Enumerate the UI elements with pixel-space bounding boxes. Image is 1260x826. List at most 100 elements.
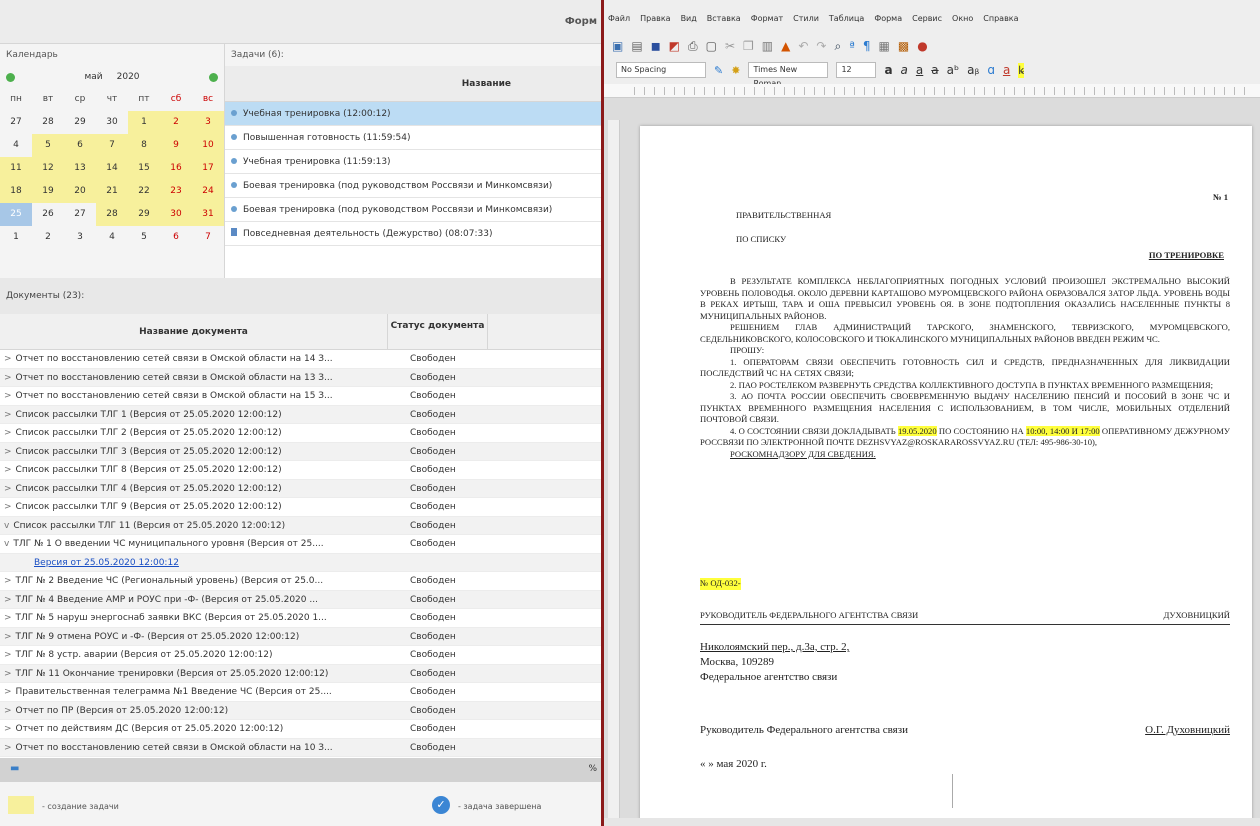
calendar-day[interactable]: 28 [96,203,128,226]
calendar-day[interactable]: 29 [64,111,96,134]
chevron-right-icon[interactable]: > [4,613,12,623]
save-icon[interactable]: ◼ [651,39,661,53]
document-row[interactable]: v ТЛГ № 1 О введении ЧС муниципального ур… [0,535,601,554]
document-row[interactable]: v Список рассылки ТЛГ 11 (Версия от 25.05… [0,516,601,535]
chevron-right-icon[interactable]: > [4,354,12,364]
calendar-day[interactable]: 30 [160,203,192,226]
calendar-day[interactable]: 3 [192,111,224,134]
menu-item[interactable]: Стили [793,14,819,23]
calendar-day[interactable]: 23 [160,180,192,203]
calendar-day[interactable]: 27 [0,111,32,134]
document-row[interactable]: > Список рассылки ТЛГ 9 (Версия от 25.05.… [0,498,601,517]
calendar-day[interactable]: 11 [0,157,32,180]
paragraph-style-combo[interactable]: No Spacing [616,62,706,78]
calendar-day[interactable]: 1 [0,226,32,249]
menu-item[interactable]: Правка [640,14,670,23]
open-icon[interactable]: ▤ [631,39,642,53]
document-row[interactable]: > Отчет по восстановлению сетей связи в О… [0,368,601,387]
calendar-day[interactable]: 9 [160,134,192,157]
calendar-day[interactable]: 6 [64,134,96,157]
calendar-day[interactable]: 5 [128,226,160,249]
new-doc-icon[interactable]: ▣ [612,39,623,53]
image-icon[interactable]: ▩ [898,39,909,53]
calendar-day[interactable]: 20 [64,180,96,203]
superscript-icon[interactable]: aᵇ [947,63,960,77]
document-row[interactable]: > Отчет по восстановлению сетей связи в О… [0,738,601,757]
menu-item[interactable]: Вид [681,14,697,23]
calendar-day[interactable]: 31 [192,203,224,226]
version-link[interactable]: Версия от 25.05.2020 12:00:12 [34,558,179,568]
document-row[interactable]: > ТЛГ № 2 Введение ЧС (Региональный урове… [0,572,601,591]
font-color-icon[interactable]: a [1003,63,1010,77]
task-item[interactable]: Повышенная готовность (11:59:54) [225,126,601,150]
chevron-right-icon[interactable]: > [4,595,12,605]
undo-icon[interactable]: ↶ [798,39,808,53]
menu-item[interactable]: Окно [952,14,973,23]
calendar-day[interactable]: 10 [192,134,224,157]
paste-icon[interactable]: ▥ [762,39,773,53]
calendar-day[interactable]: 16 [160,157,192,180]
calendar-day[interactable]: 22 [128,180,160,203]
collapse-arrow-icon[interactable]: ▬ [10,763,19,774]
document-row[interactable]: > ТЛГ № 11 Окончание тренировки (Версия о… [0,664,601,683]
clone-format-icon[interactable]: ▲ [781,39,790,53]
pdf-export-icon[interactable]: ◩ [669,39,680,53]
calendar-day[interactable]: 18 [0,180,32,203]
document-row[interactable]: > Список рассылки ТЛГ 4 (Версия от 25.05.… [0,479,601,498]
new-style-icon[interactable]: ✸ [731,64,740,77]
calendar-day[interactable]: 2 [160,111,192,134]
document-row[interactable]: Версия от 25.05.2020 12:00:12 [0,553,601,572]
document-row[interactable]: > ТЛГ № 9 отмена РОУС и -Ф- (Версия от 25… [0,627,601,646]
task-item[interactable]: Учебная тренировка (11:59:13) [225,150,601,174]
menu-item[interactable]: Таблица [829,14,864,23]
menu-item[interactable]: Справка [983,14,1018,23]
calendar-day[interactable]: 29 [128,203,160,226]
chevron-right-icon[interactable]: > [4,373,12,383]
update-style-icon[interactable]: ✎ [714,64,723,77]
spellcheck-icon[interactable]: ª [849,39,855,53]
print-preview-icon[interactable]: ▢ [706,39,717,53]
calendar-day[interactable]: 17 [192,157,224,180]
menu-item[interactable]: Сервис [912,14,942,23]
chevron-right-icon[interactable]: > [4,632,12,642]
calendar-day[interactable]: 4 [0,134,32,157]
chevron-right-icon[interactable]: > [4,669,12,679]
chevron-down-icon[interactable]: v [4,521,9,531]
document-row[interactable]: > Отчет по ПР (Версия от 25.05.2020 12:00… [0,701,601,720]
prev-month-icon[interactable] [6,72,15,82]
menu-item[interactable]: Вставка [707,14,741,23]
document-row[interactable]: > Список рассылки ТЛГ 8 (Версия от 25.05.… [0,461,601,480]
calendar-day[interactable]: 1 [128,111,160,134]
clear-format-icon[interactable]: ɑ [987,63,995,77]
italic-icon[interactable]: a [901,63,908,77]
strikethrough-icon[interactable]: a [931,63,938,77]
calendar-day[interactable]: 30 [96,111,128,134]
redo-icon[interactable]: ↷ [816,39,826,53]
calendar-day[interactable]: 5 [32,134,64,157]
chevron-right-icon[interactable]: > [4,428,12,438]
cut-icon[interactable]: ✂ [725,39,735,53]
calendar-day[interactable]: 4 [96,226,128,249]
calendar-day[interactable]: 3 [64,226,96,249]
calendar-day[interactable]: 14 [96,157,128,180]
chevron-right-icon[interactable]: > [4,391,12,401]
document-row[interactable]: > ТЛГ № 8 устр. аварии (Версия от 25.05.2… [0,646,601,665]
task-item[interactable]: Боевая тренировка (под руководством Росс… [225,174,601,198]
year-label[interactable]: 2020 [117,72,140,82]
document-page[interactable]: № 1 ПРАВИТЕЛЬСТВЕННАЯ ПО СПИСКУ ПО ТРЕНИ… [640,126,1252,820]
calendar-day[interactable]: 15 [128,157,160,180]
chevron-right-icon[interactable]: > [4,687,12,697]
calendar-day[interactable]: 2 [32,226,64,249]
document-row[interactable]: > ТЛГ № 5 наруш энергоснаб заявки ВКС (Ве… [0,609,601,628]
calendar-day[interactable]: 12 [32,157,64,180]
col-doc-status[interactable]: Статус документа [388,314,488,349]
chevron-right-icon[interactable]: > [4,724,12,734]
document-row[interactable]: > ТЛГ № 4 Введение АМР и РОУС при -Ф- (Ве… [0,590,601,609]
document-row[interactable]: > Отчет по восстановлению сетей связи в О… [0,350,601,369]
calendar-day[interactable]: 8 [128,134,160,157]
record-icon[interactable]: ● [917,39,927,53]
chevron-right-icon[interactable]: > [4,465,12,475]
document-row[interactable]: > Список рассылки ТЛГ 2 (Версия от 25.05.… [0,424,601,443]
print-icon[interactable]: ⎙ [688,39,698,54]
next-month-icon[interactable] [209,72,218,82]
